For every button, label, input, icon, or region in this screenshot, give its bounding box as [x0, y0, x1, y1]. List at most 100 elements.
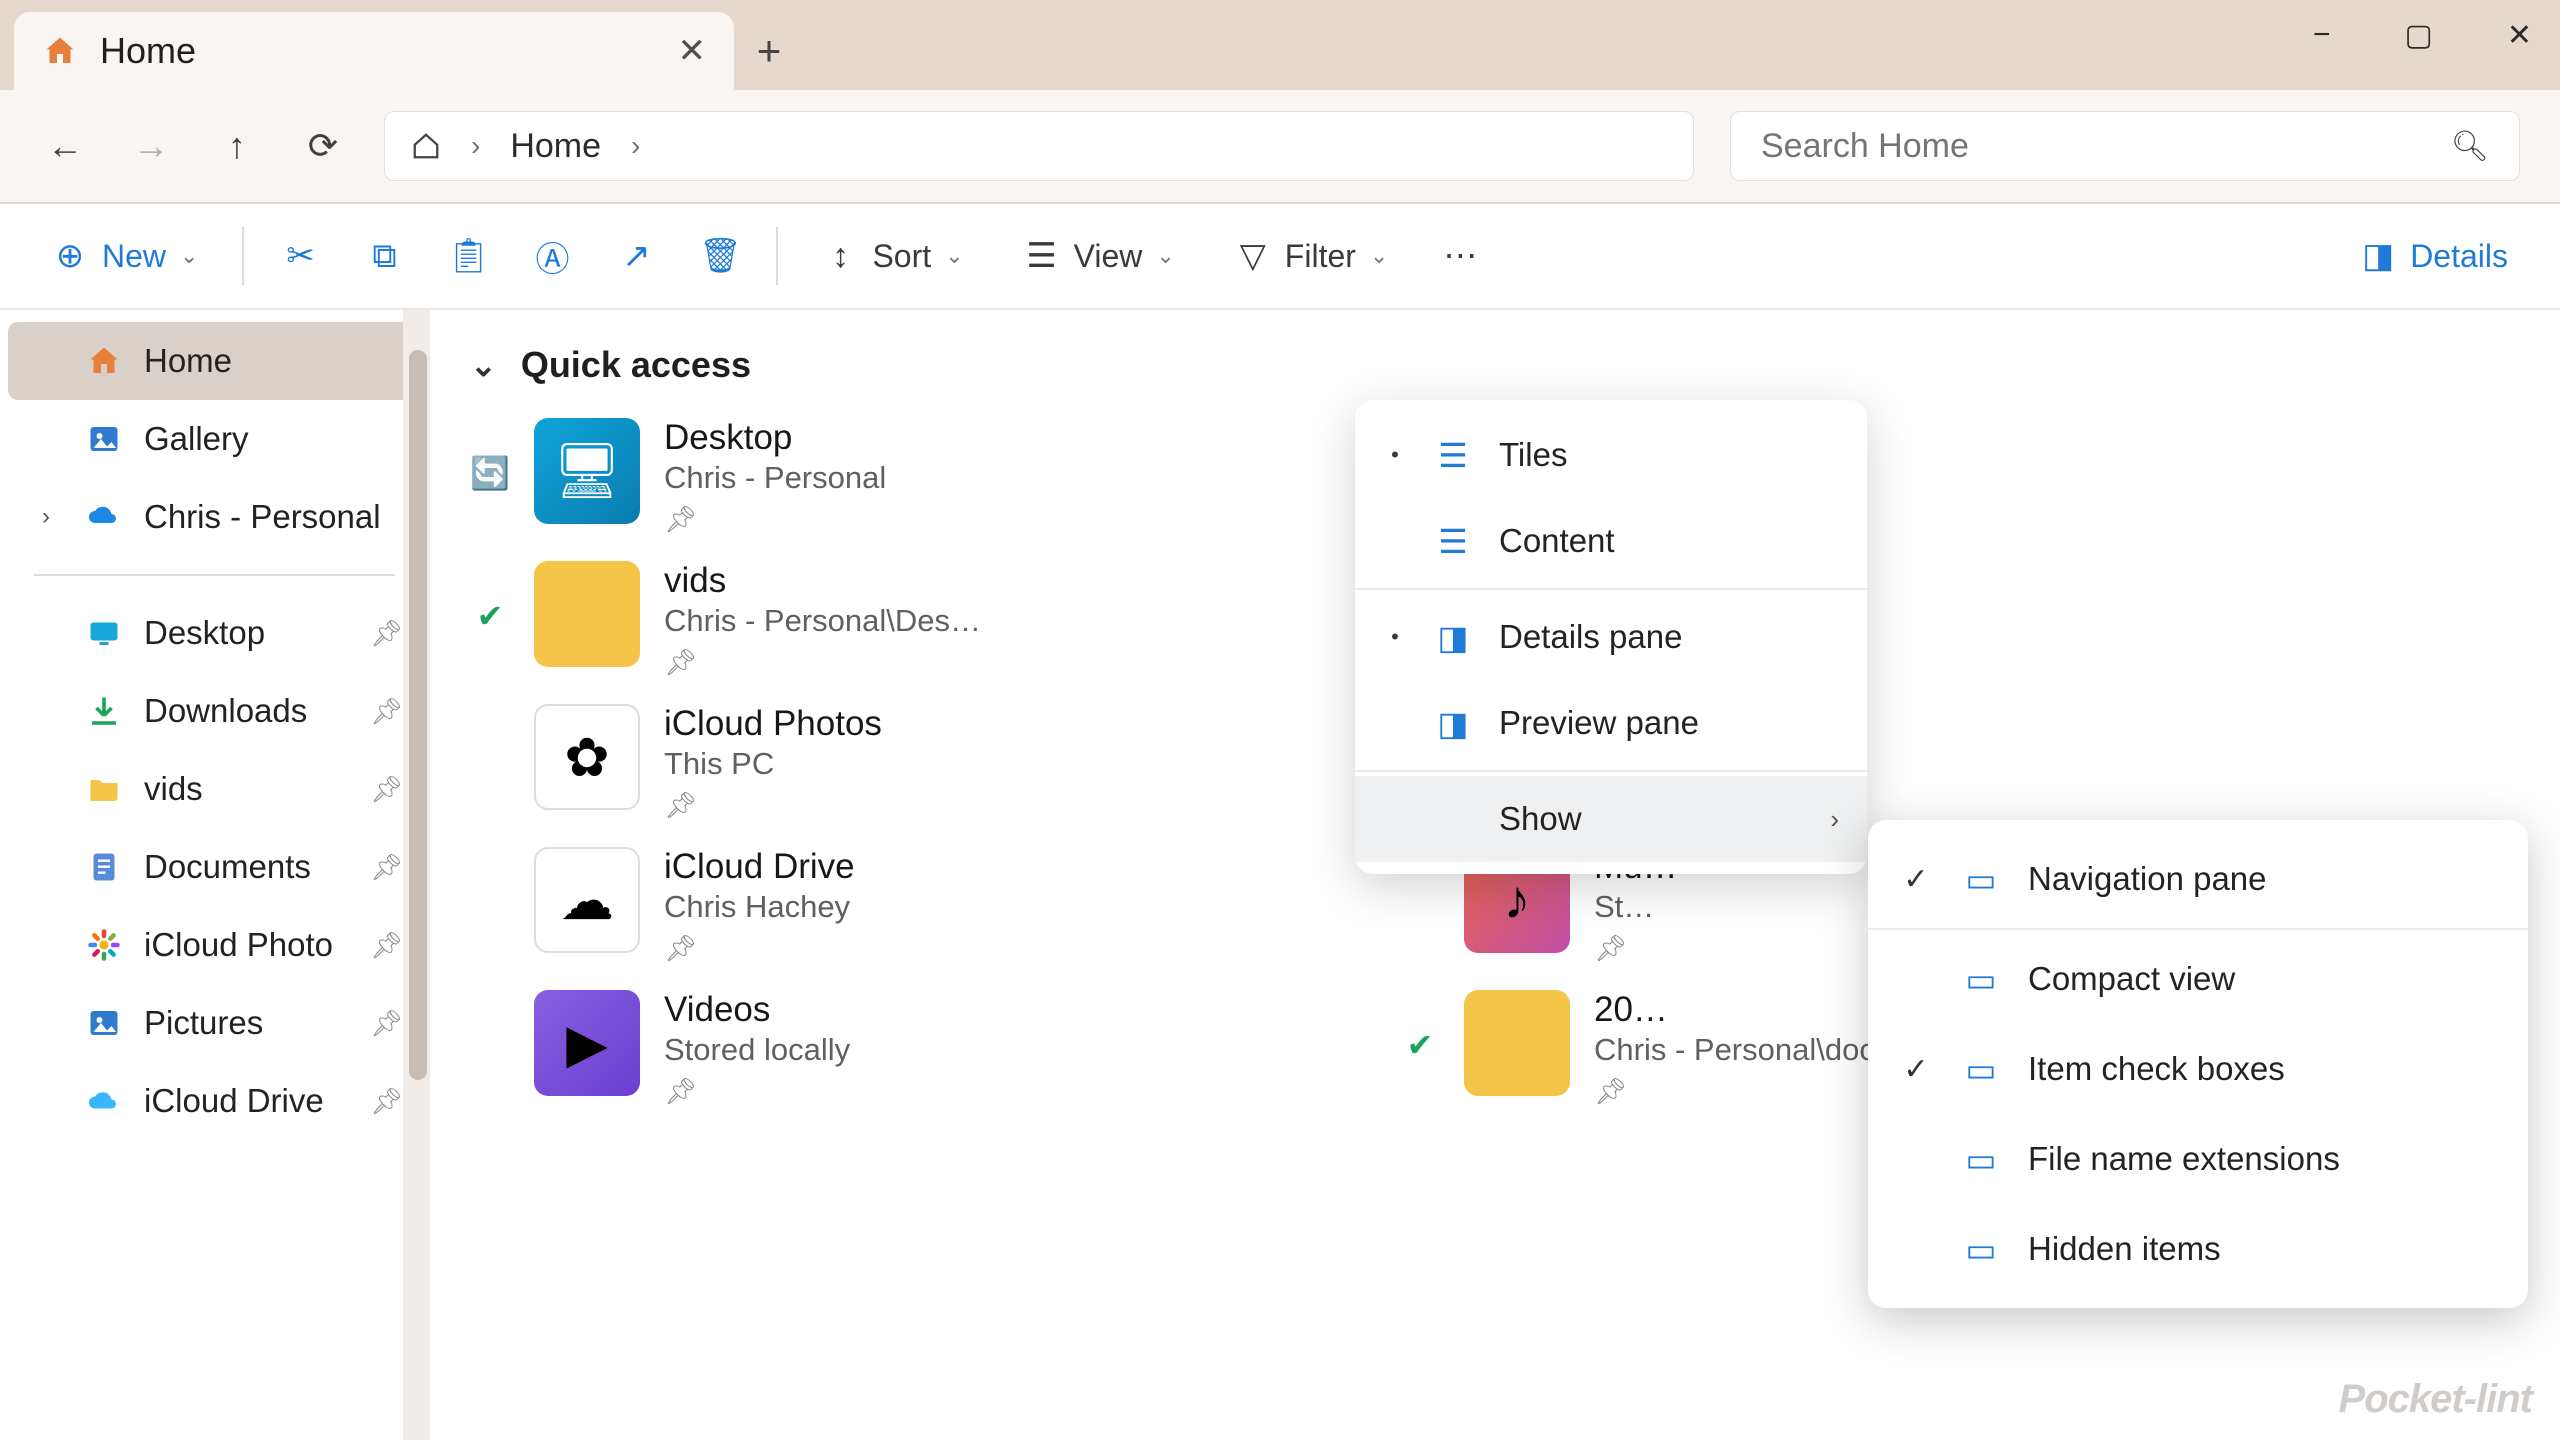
sidebar-item-home[interactable]: Home [8, 322, 421, 400]
share-button[interactable]: ↗ [608, 228, 664, 284]
pin-icon: 📌︎ [370, 852, 403, 883]
maximize-button[interactable]: ▢ [2387, 14, 2451, 57]
more-button[interactable]: ⋯ [1432, 228, 1488, 284]
sync-status-icon [470, 847, 510, 883]
option-icon: ▭ [1960, 858, 2002, 900]
videos-folder-icon: ▶ [534, 990, 640, 1096]
scrollbar-thumb[interactable] [409, 350, 427, 1080]
sidebar-item-desktop[interactable]: Desktop 📌︎ [8, 594, 421, 672]
new-button[interactable]: ⊕ New ⌄ [36, 228, 214, 285]
rename-button[interactable]: Ⓐ [524, 228, 580, 284]
menu-item-label: Tiles [1499, 436, 1567, 474]
menu-item-preview pane[interactable]: ◨ Preview pane [1355, 680, 1867, 766]
sidebar-item-downloads[interactable]: Downloads 📌︎ [8, 672, 421, 750]
sidebar-item-label: Pictures [144, 1004, 263, 1042]
new-tab-button[interactable]: + [734, 12, 804, 90]
details-pane-icon: ◨ [2360, 238, 2396, 274]
watermark: Pocket-lint [2339, 1377, 2532, 1422]
sidebar-item-chris-personal[interactable]: › Chris - Personal [8, 478, 421, 556]
submenu-item-label: File name extensions [2028, 1140, 2340, 1178]
sync-status-icon: 🔄 [470, 418, 510, 492]
submenu-item-compact view[interactable]: ▭ Compact view [1868, 934, 2528, 1024]
section-header-quick-access[interactable]: ⌄ Quick access [470, 344, 2520, 386]
tile-subtitle: Chris - Personal\Des… [664, 603, 981, 639]
pin-icon: 📌︎ [664, 933, 855, 964]
divider [776, 227, 778, 285]
option-icon: ▭ [1960, 1228, 2002, 1270]
icloud-photos-icon [86, 927, 122, 963]
back-button[interactable]: ← [40, 121, 90, 171]
menu-item-show[interactable]: Show › [1355, 776, 1867, 862]
tiles-icon: ☰ [1433, 435, 1473, 475]
onedrive-icon [86, 499, 122, 535]
option-icon: ▭ [1960, 1048, 2002, 1090]
copy-button[interactable]: ⧉ [356, 228, 412, 284]
sidebar-item-label: iCloud Photo [144, 926, 333, 964]
submenu-item-label: Item check boxes [2028, 1050, 2285, 1088]
sidebar-item-pictures[interactable]: Pictures 📌︎ [8, 984, 421, 1062]
breadcrumb-segment[interactable]: Home [510, 127, 601, 166]
quick-access-tile[interactable]: 🔄 🖥 Desktop Chris - Personal 📌︎ [470, 418, 1370, 535]
filter-button[interactable]: ▽ Filter ⌄ [1219, 228, 1405, 285]
option-icon: ▭ [1960, 958, 2002, 1000]
chevron-right-icon: › [1830, 804, 1839, 835]
menu-item-label: Show [1499, 800, 1582, 838]
tile-name: Desktop [664, 418, 886, 458]
downloads-icon [86, 693, 122, 729]
submenu-item-label: Compact view [2028, 960, 2235, 998]
search-icon[interactable]: 🔍︎ [2451, 129, 2489, 164]
option-icon: ▭ [1960, 1138, 2002, 1180]
details-toggle[interactable]: ◨ Details [2344, 228, 2524, 285]
pin-icon: 📌︎ [370, 1086, 403, 1117]
pin-icon: 📌︎ [664, 647, 981, 678]
quick-access-tile[interactable]: ✿ iCloud Photos This PC 📌︎ [470, 704, 1370, 821]
sync-status-icon [470, 704, 510, 740]
submenu-item-hidden items[interactable]: ▭ Hidden items [1868, 1204, 2528, 1294]
tab-home[interactable]: Home ✕ [14, 12, 734, 90]
submenu-item-item check boxes[interactable]: ✓ ▭ Item check boxes [1868, 1024, 2528, 1114]
sort-label: Sort [872, 238, 931, 275]
quick-access-tile[interactable]: ☁ iCloud Drive Chris Hachey 📌︎ [470, 847, 1370, 964]
pictures-icon [86, 1005, 122, 1041]
toolbar: ⊕ New ⌄ ✂ ⧉ 📋︎ Ⓐ ↗ 🗑︎ ↕ Sort ⌄ ☰ View ⌄ … [0, 204, 2560, 310]
cut-button[interactable]: ✂ [272, 228, 328, 284]
documents-icon [86, 849, 122, 885]
minimize-button[interactable]: − [2295, 14, 2349, 56]
refresh-button[interactable]: ⟳ [298, 121, 348, 171]
chevron-right-icon: › [471, 130, 480, 162]
sidebar-item-icloud-drive[interactable]: iCloud Drive 📌︎ [8, 1062, 421, 1140]
submenu-item-navigation pane[interactable]: ✓ ▭ Navigation pane [1868, 834, 2528, 924]
divider [242, 227, 244, 285]
sidebar-item-gallery[interactable]: Gallery [8, 400, 421, 478]
tile-name: iCloud Drive [664, 847, 855, 887]
scrollbar-track[interactable] [403, 310, 429, 1440]
close-window-button[interactable]: ✕ [2489, 14, 2550, 57]
menu-item-label: Content [1499, 522, 1615, 560]
submenu-item-label: Hidden items [2028, 1230, 2221, 1268]
delete-button[interactable]: 🗑︎ [692, 228, 748, 284]
scissors-icon: ✂ [282, 238, 318, 274]
sidebar-item-label: Home [144, 342, 232, 380]
forward-button[interactable]: → [126, 121, 176, 171]
view-button[interactable]: ☰ View ⌄ [1008, 228, 1191, 285]
sidebar-item-icloud-photo[interactable]: iCloud Photo 📌︎ [8, 906, 421, 984]
sidebar-item-documents[interactable]: Documents 📌︎ [8, 828, 421, 906]
address-bar[interactable]: › Home › [384, 111, 1694, 181]
search-bar[interactable]: 🔍︎ [1730, 111, 2520, 181]
check-icon: ✓ [1898, 1052, 1934, 1087]
sort-button[interactable]: ↕ Sort ⌄ [806, 228, 979, 285]
quick-access-tile[interactable]: ✔ vids Chris - Personal\Des… 📌︎ [470, 561, 1370, 678]
menu-item-tiles[interactable]: • ☰ Tiles [1355, 412, 1867, 498]
menu-item-details pane[interactable]: • ◨ Details pane [1355, 594, 1867, 680]
sidebar-item-vids[interactable]: vids 📌︎ [8, 750, 421, 828]
titlebar: Home ✕ + − ▢ ✕ [0, 0, 2560, 90]
quick-access-tile[interactable]: ▶ Videos Stored locally 📌︎ [470, 990, 1370, 1107]
chevron-right-icon: › [631, 130, 640, 162]
menu-item-content[interactable]: ☰ Content [1355, 498, 1867, 584]
menu-separator [1355, 770, 1867, 772]
paste-button[interactable]: 📋︎ [440, 228, 496, 284]
up-button[interactable]: ↑ [212, 121, 262, 171]
submenu-item-file name extensions[interactable]: ▭ File name extensions [1868, 1114, 2528, 1204]
search-input[interactable] [1761, 127, 2451, 166]
close-tab-icon[interactable]: ✕ [678, 31, 707, 71]
